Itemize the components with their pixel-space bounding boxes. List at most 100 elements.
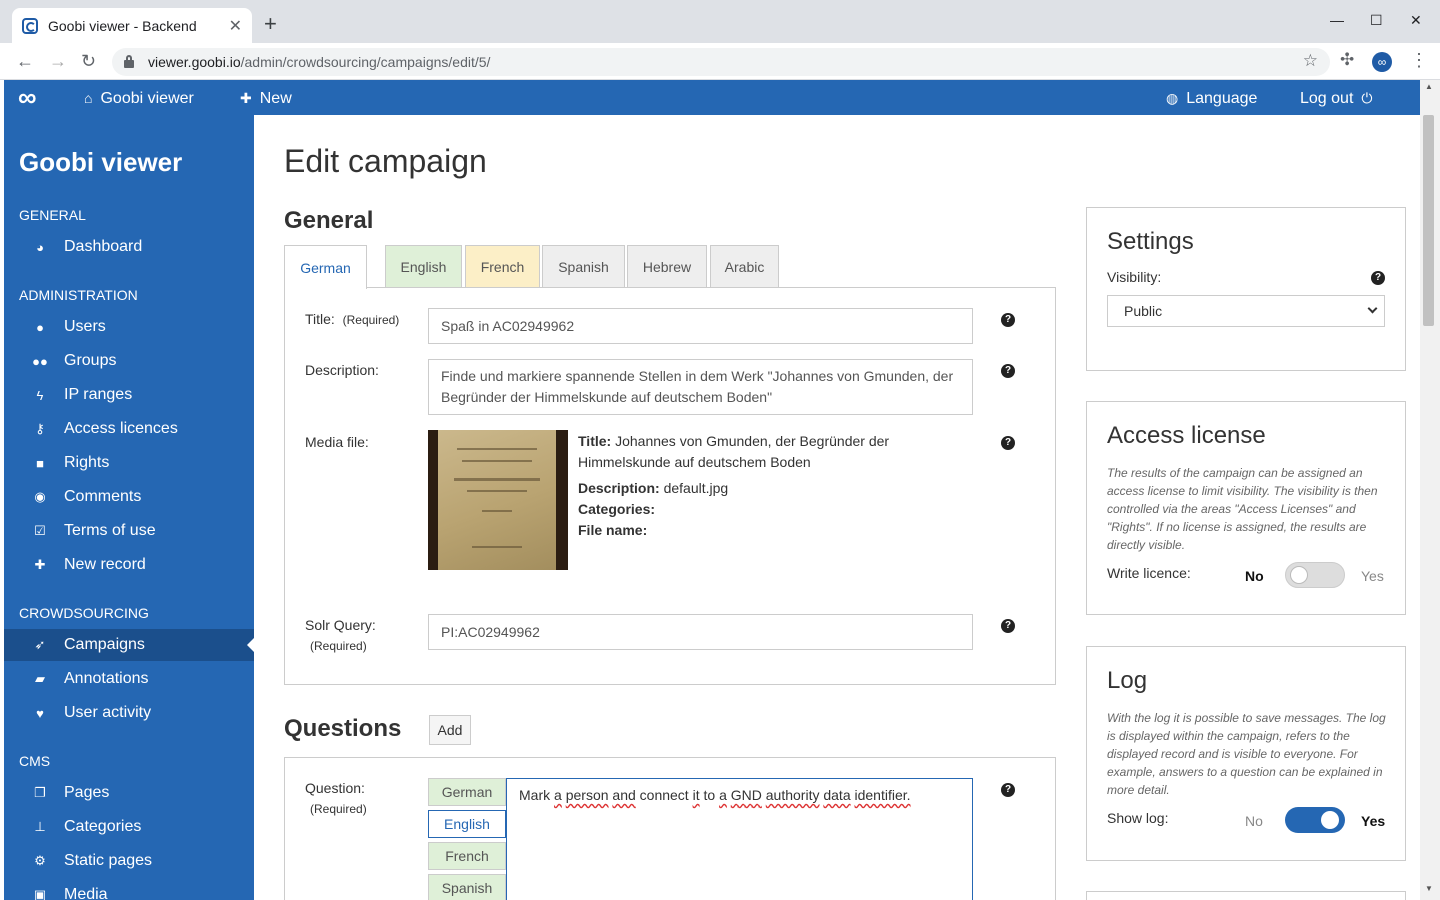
sidebar-item-terms-of-use[interactable]: ☑ Terms of use	[4, 515, 254, 547]
media-text-line	[462, 460, 532, 462]
question-lang-spanish[interactable]: Spanish	[428, 874, 506, 900]
sidebar-item-rights[interactable]: ■ Rights	[4, 447, 254, 479]
bookmark-star-icon[interactable]: ☆	[1303, 51, 1318, 71]
media-categories-key: Categories:	[578, 501, 656, 517]
solr-label: Solr Query:	[305, 617, 376, 633]
description-help-icon[interactable]: ?	[1001, 364, 1015, 378]
tab-german[interactable]: German	[284, 245, 367, 289]
question-help-icon[interactable]: ?	[1001, 783, 1015, 797]
question-word: GND	[730, 787, 762, 803]
sidebar-item-media[interactable]: ▣ Media	[4, 879, 254, 900]
sidebar-item-dashboard[interactable]: ◕ Dashboard	[4, 231, 254, 263]
minimize-icon[interactable]: —	[1330, 12, 1344, 28]
extensions-icon[interactable]: ✣	[1340, 50, 1360, 70]
media-text-line	[457, 448, 537, 450]
question-lang-french[interactable]: French	[428, 842, 506, 870]
sidebar-item-label: Media	[64, 886, 108, 900]
sidebar-item-label: New record	[64, 556, 146, 573]
sidebar-item-user-activity[interactable]: ♥ User activity	[4, 697, 254, 729]
solr-help-icon[interactable]: ?	[1001, 619, 1015, 633]
tab-hebrew[interactable]: Hebrew	[627, 245, 707, 288]
new-tab-icon[interactable]: +	[264, 13, 277, 35]
sidebar-item-users[interactable]: ● Users	[4, 311, 254, 343]
log-title: Log	[1107, 667, 1148, 694]
sidebar-item-categories[interactable]: ⊥ Categories	[4, 811, 254, 843]
page-scrollbar[interactable]: ▲ ▼	[1420, 80, 1440, 900]
sidebar-item-new-record[interactable]: ✚ New record	[4, 549, 254, 581]
tab-english[interactable]: English	[385, 245, 462, 288]
forward-icon[interactable]: →	[49, 51, 67, 71]
nav-new-label: New	[259, 90, 292, 107]
question-word: authority	[765, 787, 820, 803]
goobi-logo[interactable]: ∞	[18, 84, 36, 110]
show-log-toggle[interactable]	[1285, 807, 1345, 833]
sidebar-item-annotations[interactable]: ▰ Annotations	[4, 663, 254, 695]
sidebar-item-comments[interactable]: ◉ Comments	[4, 481, 254, 513]
close-tab-icon[interactable]: ✕	[229, 16, 242, 36]
show-log-yes: Yes	[1361, 813, 1386, 829]
media-help-icon[interactable]: ?	[1001, 436, 1015, 450]
question-lang-german[interactable]: German	[428, 778, 506, 806]
log-card: Log With the log it is possible to save …	[1086, 646, 1406, 861]
media-label: Media file:	[305, 434, 369, 450]
tab-spanish[interactable]: Spanish	[542, 245, 625, 288]
scrollbar-thumb[interactable]	[1423, 115, 1434, 326]
user-icon: ●	[36, 319, 44, 335]
solr-query-input[interactable]: PI:AC02949962	[428, 614, 973, 650]
description-textarea[interactable]: Finde und markiere spannende Stellen in …	[428, 359, 973, 415]
visibility-value: Public	[1124, 303, 1163, 319]
browser-tabstrip: Goobi viewer - Backend ✕ + — ☐ ✕	[0, 0, 1440, 43]
address-bar[interactable]: viewer.goobi.io/admin/crowdsourcing/camp…	[112, 48, 1330, 76]
media-title-key: Title:	[578, 433, 612, 449]
dashboard-icon: ◕	[36, 239, 44, 255]
visibility-help-icon[interactable]: ?	[1371, 271, 1385, 285]
browser-tab-title: Goobi viewer - Backend	[48, 17, 197, 34]
nav-language-link[interactable]: ◍ Language	[1166, 89, 1257, 108]
question-panel: Question: (Required) German English Fren…	[284, 757, 1056, 900]
visibility-select[interactable]: Public	[1107, 295, 1385, 327]
sidebar-item-campaigns[interactable]: ➶ Campaigns	[4, 629, 254, 661]
nav-new-link[interactable]: ✚ New	[240, 89, 292, 108]
sidebar-item-groups[interactable]: ●● Groups	[4, 345, 254, 377]
media-text-line	[482, 510, 512, 512]
scroll-down-icon[interactable]: ▼	[1425, 884, 1433, 893]
sidebar-item-label: Comments	[64, 488, 142, 505]
reload-icon[interactable]: ↻	[81, 51, 96, 71]
maximize-icon[interactable]: ☐	[1370, 12, 1383, 29]
nav-home-link[interactable]: ⌂ Goobi viewer	[84, 89, 194, 108]
media-thumbnail[interactable]	[428, 430, 568, 570]
plus-icon: ✚	[34, 557, 46, 572]
plus-icon: ✚	[240, 90, 252, 106]
globe-icon: ◍	[1166, 90, 1179, 106]
profile-icon[interactable]: ∞	[1372, 52, 1392, 72]
add-question-button[interactable]: Add	[429, 715, 471, 745]
sidebar-item-label: IP ranges	[64, 386, 133, 403]
sidebar-item-static-pages[interactable]: ⚙ Static pages	[4, 845, 254, 877]
access-license-card: Access license The results of the campai…	[1086, 401, 1406, 615]
title-help-icon[interactable]: ?	[1001, 313, 1015, 327]
title-input[interactable]: Spaß in AC02949962	[428, 308, 973, 344]
sidebar-title: Goobi viewer	[19, 147, 183, 177]
sidebar-item-ip-ranges[interactable]: ϟ IP ranges	[4, 379, 254, 411]
back-icon[interactable]: ←	[16, 51, 34, 71]
top-navbar: ∞ ⌂ Goobi viewer ✚ New ◍ Language Log out ⏻	[4, 80, 1420, 115]
page-title: Edit campaign	[284, 143, 487, 179]
sidebar-item-pages[interactable]: ❐ Pages	[4, 777, 254, 809]
tab-french[interactable]: French	[465, 245, 540, 288]
question-textarea[interactable]: Mark a person and connect it to a GND au…	[506, 778, 973, 900]
media-desc-value: default.jpg	[663, 480, 729, 496]
browser-tab[interactable]: Goobi viewer - Backend ✕	[12, 8, 252, 43]
tab-arabic[interactable]: Arabic	[710, 245, 779, 288]
question-word: a	[719, 787, 727, 803]
copy-icon: ❐	[34, 785, 46, 800]
sidebar-heading-general: GENERAL	[19, 207, 86, 223]
question-lang-english[interactable]: English	[428, 810, 506, 838]
window-close-icon[interactable]: ✕	[1410, 12, 1422, 29]
write-licence-toggle[interactable]	[1285, 562, 1345, 588]
access-license-title: Access license	[1107, 422, 1266, 449]
sidebar-item-access-licences[interactable]: ⚷ Access licences	[4, 413, 254, 445]
scroll-up-icon[interactable]: ▲	[1425, 82, 1433, 91]
nav-logout-link[interactable]: Log out ⏻	[1300, 89, 1372, 108]
browser-menu-icon[interactable]: ⋮	[1410, 50, 1430, 70]
settings-card: Settings Visibility: ? Public	[1086, 207, 1406, 371]
